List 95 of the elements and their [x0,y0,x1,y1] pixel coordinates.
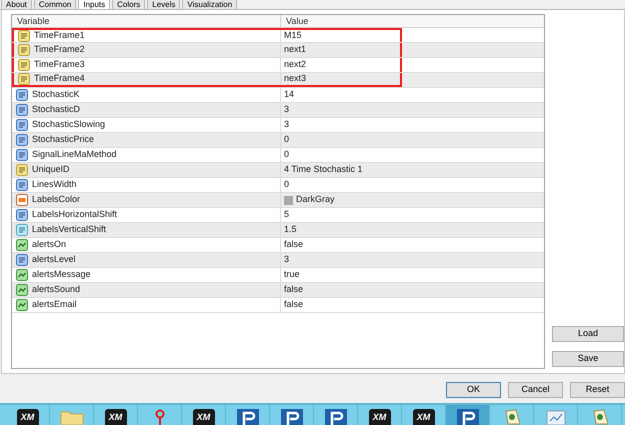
variable-value[interactable]: 3 [284,253,290,267]
variable-value[interactable]: 1.5 [284,223,297,237]
letter-tile-icon [456,409,478,425]
taskbar-button[interactable]: XM [358,405,402,425]
letter-tile-icon [324,409,346,425]
variable-value[interactable]: 3 [284,118,290,132]
toggle-type-icon [16,269,28,281]
tab[interactable]: Visualization [182,0,238,9]
xm-logo-icon: XM [192,409,214,425]
type-icon [16,254,28,266]
table-row[interactable]: LabelsHorizontalShift 5 [12,208,402,222]
type-icon [16,179,28,191]
variable-value[interactable]: next3 [284,72,306,86]
type-icon [16,224,28,236]
tab[interactable]: Levels [147,0,180,9]
variable-value[interactable]: 5 [284,208,290,222]
variable-value[interactable]: false [284,283,304,297]
column-header[interactable]: Variable [12,15,281,27]
side-button[interactable]: Save [552,351,624,368]
dialog-button[interactable]: OK [446,382,501,398]
dialog-button[interactable]: Cancel [508,382,563,398]
tab[interactable]: Inputs [78,0,110,9]
type-icon [16,89,28,101]
variable-value[interactable]: false [284,238,304,252]
letter-tile-icon [280,409,302,425]
table-row[interactable]: StochasticSlowing 3 [12,118,402,132]
toggle-type-icon [16,239,28,251]
dialog-button[interactable]: Reset [570,382,625,398]
toggle-type-icon [16,284,28,296]
variable-name: TimeFrame3 [34,58,85,72]
variable-value[interactable]: 0 [284,133,290,147]
variable-name: TimeFrame2 [34,43,85,56]
taskbar-button[interactable]: XM [182,405,226,425]
variable-name: StochasticK [32,88,80,102]
variable-value[interactable]: M15 [284,29,302,43]
variable-value[interactable]: 4 Time Stochastic 1 [284,163,363,177]
xm-logo-icon: XM [16,409,38,425]
variable-name: alertsMessage [32,268,91,282]
variable-name: alertsEmail [32,298,77,312]
table-row[interactable]: LinesWidth 0 [12,178,402,192]
variable-value[interactable]: true [284,268,300,282]
variable-value[interactable]: 0 [284,178,290,192]
variable-value[interactable]: 0 [284,148,290,162]
variable-name: StochasticSlowing [32,118,106,132]
variable-value[interactable]: next1 [284,43,306,57]
variable-name: LabelsHorizontalShift [32,208,118,222]
table-row[interactable]: alertsMessage true [12,268,402,282]
variable-name: StochasticPrice [32,133,94,146]
type-icon [18,30,30,42]
variable-name: SignalLineMaMethod [32,148,117,162]
taskbar-button[interactable]: XM [6,405,50,425]
table-row[interactable]: SignalLineMaMethod 0 [12,148,402,162]
taskbar-button[interactable] [446,405,490,425]
tab[interactable]: Common [34,0,76,9]
type-icon [16,149,28,161]
variable-value[interactable]: false [284,298,304,312]
variable-value[interactable]: 14 [284,88,294,102]
type-icon [16,119,28,131]
variable-value[interactable]: DarkGray [296,193,335,207]
variable-name: LinesWidth [32,178,77,192]
type-icon [16,134,28,146]
table-row[interactable]: alertsOn false [12,238,402,252]
folder-icon [60,409,84,425]
side-button[interactable]: Load [552,326,624,342]
variable-value[interactable]: 3 [284,103,290,117]
tab[interactable]: About [1,0,32,9]
table-row[interactable]: StochasticK 14 [12,88,402,102]
xm-logo-icon: XM [104,409,126,425]
tab[interactable]: Colors [112,0,146,9]
variable-name: StochasticD [32,103,80,116]
variable-value[interactable]: next2 [284,58,306,72]
window-icon [546,409,566,425]
variable-name: TimeFrame4 [34,72,85,86]
type-icon [16,104,28,116]
pin-icon [154,409,166,425]
xm-logo-icon: XM [368,409,390,425]
table-row[interactable]: alertsEmail false [12,298,402,312]
variable-name: alertsOn [32,238,66,252]
variable-name: UniqueID [32,163,70,176]
xm-logo-icon: XM [412,409,434,425]
variable-name: TimeFrame1 [34,29,85,42]
type-icon [16,209,28,221]
letter-tile-icon [236,409,258,425]
toggle-type-icon [16,299,28,311]
taskbar-button[interactable]: XM [402,405,446,425]
variable-name: alertsLevel [32,253,76,266]
variable-name: LabelsColor [32,193,80,206]
type-icon [18,73,30,85]
type-icon [18,59,30,71]
column-header[interactable]: Value [281,15,544,27]
type-icon [18,44,30,56]
variable-name: LabelsVerticalShift [32,223,106,236]
variable-name: alertsSound [32,283,80,296]
taskbar-button[interactable]: XM [94,405,138,425]
type-icon [16,164,28,176]
